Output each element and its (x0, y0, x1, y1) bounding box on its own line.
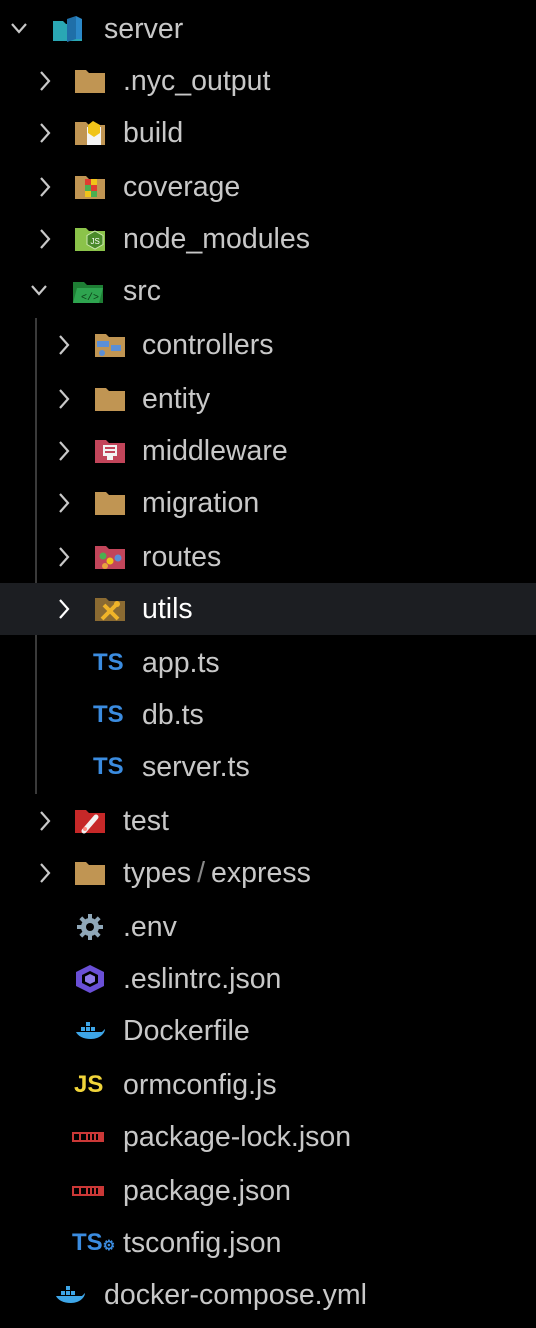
typescript-badge: TS (72, 1229, 103, 1256)
javascript-icon: JS (74, 1071, 104, 1098)
tree-item-label: db.ts (142, 699, 204, 731)
tree-item-app-ts[interactable]: TS app.ts (0, 637, 536, 689)
tree-item-controllers[interactable]: controllers (0, 319, 536, 371)
docker-icon (76, 1022, 105, 1039)
path-separator: / (197, 857, 206, 889)
tree-item-env[interactable]: .env (0, 901, 536, 953)
file-explorer-tree: server .nyc_output build coverage JS nod… (0, 0, 536, 1328)
tree-item-label: build (123, 117, 184, 149)
tree-item-dockerfile[interactable]: Dockerfile (0, 1005, 536, 1057)
folder-middleware-icon (95, 440, 125, 463)
typescript-icon: TS (93, 701, 124, 728)
svg-text:JS: JS (91, 237, 100, 246)
tree-item-db-ts[interactable]: TS db.ts (0, 689, 536, 741)
chevron-right-icon[interactable] (55, 490, 73, 516)
tree-item-label: .nyc_output (123, 65, 271, 97)
tree-item-utils[interactable]: utils (0, 583, 536, 635)
tree-item-label: .eslintrc.json (123, 963, 282, 995)
tree-item-label: Dockerfile (123, 1015, 250, 1047)
tree-item-label: types / express (123, 847, 311, 899)
tree-item-label: test (123, 805, 169, 837)
chevron-right-icon[interactable] (36, 68, 54, 94)
tree-item-migration[interactable]: migration (0, 477, 536, 529)
chevron-right-icon[interactable] (55, 438, 73, 464)
tree-item-label: package-lock.json (123, 1121, 352, 1153)
chevron-right-icon[interactable] (36, 860, 54, 886)
tree-item-build[interactable]: build (0, 107, 536, 159)
chevron-right-icon[interactable] (36, 226, 54, 252)
folder-routes-icon (95, 546, 125, 569)
folder-icon (95, 388, 125, 411)
npm-icon (72, 1132, 104, 1142)
chevron-right-icon[interactable] (36, 808, 54, 834)
folder-coverage-icon (75, 176, 105, 199)
tree-item-label: routes (142, 541, 222, 573)
tree-item-nyc-output[interactable]: .nyc_output (0, 55, 536, 107)
tree-item-src[interactable]: </> src (0, 265, 536, 317)
tree-item-entity[interactable]: entity (0, 373, 536, 425)
folder-test-icon (75, 810, 105, 834)
folder-icon (95, 492, 125, 515)
tree-item-label: tsconfig.json (123, 1227, 282, 1259)
tree-item-label: coverage (123, 171, 241, 203)
tree-item-package-lock-json[interactable]: package-lock.json (0, 1111, 536, 1163)
chevron-right-icon[interactable] (55, 544, 73, 570)
tree-item-label: server (104, 13, 184, 45)
gear-icon: ⚙ (102, 1237, 116, 1253)
folder-node-icon: JS (75, 228, 105, 251)
folder-icon (75, 862, 105, 885)
npm-icon (72, 1186, 104, 1196)
tree-item-label: docker-compose.yml (104, 1279, 367, 1311)
folder-server-open-icon (53, 16, 82, 42)
gear-icon (77, 914, 103, 940)
tree-item-label: node_modules (123, 223, 310, 255)
tree-item-label: src (123, 275, 161, 307)
tree-item-middleware[interactable]: middleware (0, 425, 536, 477)
tree-item-package-json[interactable]: package.json (0, 1165, 536, 1217)
tree-item-label: migration (142, 487, 260, 519)
tree-item-ormconfig-js[interactable]: JS ormconfig.js (0, 1059, 536, 1111)
chevron-right-icon[interactable] (36, 120, 54, 146)
tree-item-label: entity (142, 383, 211, 415)
chevron-right-icon[interactable] (55, 386, 73, 412)
tree-item-server[interactable]: server (0, 3, 536, 55)
folder-controllers-icon (95, 334, 125, 357)
tree-item-label: middleware (142, 435, 288, 467)
folder-build-icon (75, 121, 105, 145)
chevron-down-icon[interactable] (30, 278, 48, 304)
tree-item-docker-compose[interactable]: docker-compose.yml (0, 1269, 536, 1321)
folder-src-open-icon: </> (73, 282, 103, 304)
tree-item-coverage[interactable]: coverage (0, 161, 536, 213)
folder-utils-icon (95, 598, 125, 621)
tree-item-routes[interactable]: routes (0, 531, 536, 583)
eslint-icon (76, 965, 104, 993)
chevron-right-icon[interactable] (55, 596, 73, 622)
folder-icon (75, 70, 105, 93)
tsconfig-icon: TS⚙ (72, 1229, 115, 1257)
tree-item-node-modules[interactable]: JS node_modules (0, 213, 536, 265)
chevron-right-icon[interactable] (55, 332, 73, 358)
tree-item-test[interactable]: test (0, 795, 536, 847)
path-segment: types (123, 857, 192, 889)
svg-text:</>: </> (81, 292, 99, 304)
chevron-down-icon[interactable] (10, 16, 28, 42)
tree-item-server-ts[interactable]: TS server.ts (0, 741, 536, 793)
tree-item-label: .env (123, 911, 177, 943)
tree-item-types-express[interactable]: types / express (0, 847, 536, 899)
docker-icon (56, 1286, 85, 1303)
tree-item-label: server.ts (142, 751, 250, 783)
typescript-icon: TS (93, 649, 124, 676)
tree-item-eslintrc[interactable]: .eslintrc.json (0, 953, 536, 1005)
tree-item-label: ormconfig.js (123, 1069, 277, 1101)
tree-item-tsconfig-json[interactable]: TS⚙ tsconfig.json (0, 1217, 536, 1269)
tree-item-label: controllers (142, 329, 274, 361)
tree-item-label: utils (142, 593, 193, 625)
typescript-icon: TS (93, 753, 124, 780)
path-segment: express (211, 857, 311, 889)
tree-item-label: package.json (123, 1175, 291, 1207)
chevron-right-icon[interactable] (36, 174, 54, 200)
tree-item-label: app.ts (142, 647, 220, 679)
